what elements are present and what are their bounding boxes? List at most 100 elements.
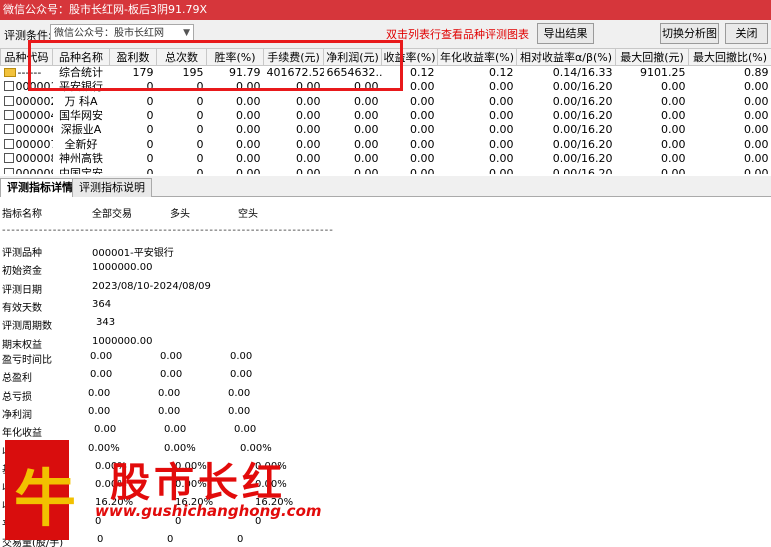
table-cell: 0.00: [236, 166, 261, 174]
table-cell: 0.00: [236, 94, 261, 108]
metric-value: 0.00: [230, 351, 253, 362]
table-cell: 0.00: [744, 137, 769, 151]
table-cell: 000007: [1, 138, 53, 152]
detail-label: 期末权益: [2, 339, 42, 351]
metric-value: 0.00: [228, 405, 251, 417]
table-cell: 0.00/16.20: [552, 94, 613, 108]
table-cell: 0.00: [489, 94, 514, 108]
table-cell: 0: [146, 94, 154, 108]
table-row[interactable]: 000009 中国宝安 0 0 0.00 0.00 0.00 0.00 0.00 0.00/16.…: [1, 166, 771, 174]
cell-text: 000002: [15, 94, 53, 108]
checkbox-icon[interactable]: [3, 109, 14, 120]
table-cell: 000002: [1, 94, 53, 108]
metric-value: 0.00: [94, 424, 117, 436]
table-cell: 0.00: [410, 152, 435, 166]
table-cell: 0.00: [489, 80, 514, 94]
table-cell: 0.00: [410, 94, 435, 108]
tab-bar: 评测指标详情 评测指标说明: [0, 176, 771, 198]
table-cell: 0: [196, 108, 204, 122]
table-cell: 0.00: [410, 108, 435, 122]
table-cell: 0: [196, 137, 204, 151]
table-cell: 0.14/16.33: [552, 66, 613, 79]
table-cell: 0.00: [410, 137, 435, 151]
table-cell: 0.89: [744, 66, 769, 79]
checkbox-icon[interactable]: [3, 153, 14, 164]
metric-value: 0.00: [88, 405, 111, 417]
table-cell: 深振业A: [60, 123, 102, 137]
checkbox-icon[interactable]: [3, 138, 14, 149]
cell-text: 000006: [15, 123, 53, 137]
table-cell: 0: [146, 166, 154, 174]
cell-text: 000007: [15, 137, 53, 151]
bull-logo-icon: 牛: [14, 462, 77, 535]
checkbox-icon[interactable]: [3, 95, 14, 106]
export-button[interactable]: 导出结果: [537, 23, 594, 44]
table-cell: 0.00: [296, 94, 321, 108]
table-cell: 0.00: [744, 123, 769, 137]
detail-header-all: 全部交易: [92, 209, 132, 220]
table-cell: 0.00: [296, 137, 321, 151]
metric-value: 0.00: [160, 369, 183, 381]
table-cell: 0.00: [661, 166, 686, 174]
table-cell: 0.00: [744, 94, 769, 108]
table-cell: 000008: [1, 152, 53, 166]
table-cell: 0.00: [661, 123, 686, 137]
table-cell: 0.00: [744, 152, 769, 166]
table-cell: 0.00: [296, 166, 321, 174]
table-cell: 0.00/16.20: [552, 123, 613, 137]
table-row[interactable]: 000006 深振业A 0 0 0.00 0.00 0.00 0.00 0.00 0.00/16.…: [1, 123, 771, 137]
table-cell: 0.00: [296, 152, 321, 166]
metric-value: 0.00: [88, 387, 111, 399]
table-cell: 神州高铁: [59, 152, 103, 166]
table-cell: 0.00: [489, 152, 514, 166]
table-cell: 0: [146, 108, 154, 122]
column-header[interactable]: 年化收益率(%): [437, 48, 517, 66]
cell-text: 000009: [15, 166, 53, 174]
table-cell: 0.00: [661, 94, 686, 108]
table-cell: 0.00: [489, 137, 514, 151]
table-cell: 0.00: [661, 108, 686, 122]
detail-label: 有效天数: [2, 302, 42, 314]
metric-value: 0.00: [90, 351, 113, 362]
table-cell: 中国宝安: [59, 166, 103, 174]
table-cell: 0.00/16.20: [552, 137, 613, 151]
metric-value: 0.00: [164, 424, 187, 436]
table-row[interactable]: 000002 万 科A 0 0 0.00 0.00 0.00 0.00 0.00 0.00/16.…: [1, 94, 771, 108]
checkbox-icon[interactable]: [3, 124, 14, 135]
metric-label: 年化收益: [2, 428, 42, 440]
tab-metric-explanation[interactable]: 评测指标说明: [72, 178, 152, 197]
table-row[interactable]: 000007 全新好 0 0 0.00 0.00 0.00 0.00 0.00 0.00/16.2…: [1, 138, 771, 152]
table-cell: 0.00: [354, 152, 379, 166]
table-cell: 0.00: [236, 152, 261, 166]
table-cell: 0.00: [236, 137, 261, 151]
detail-value: 2023/08/10-2024/08/09: [92, 280, 211, 292]
detail-separator: ----------------------------------------…: [2, 225, 334, 236]
table-row[interactable]: 000004 国华网安 0 0 0.00 0.00 0.00 0.00 0.00 0.00/16.…: [1, 109, 771, 123]
table-cell: 0.00: [296, 123, 321, 137]
checkbox-icon[interactable]: [3, 81, 14, 92]
table-cell: 0.00: [410, 166, 435, 174]
table-cell: 0: [196, 94, 204, 108]
table-cell: 0.00: [489, 166, 514, 174]
window-title: 微信公众号：股市长红网-板后3阴91.79X: [0, 0, 771, 20]
column-header[interactable]: 相对收益率α/β(%): [516, 48, 616, 66]
table-cell: 0: [196, 152, 204, 166]
checkbox-icon[interactable]: [3, 167, 14, 174]
detail-label: 初始资金: [2, 266, 42, 278]
table-cell: 000009: [1, 166, 53, 174]
metric-value: 0.00: [230, 369, 253, 381]
table-cell: 0.00: [354, 123, 379, 137]
metric-value: 0.00: [160, 351, 183, 362]
tab-metric-details[interactable]: 评测指标详情: [0, 178, 80, 198]
table-cell: 0.00: [354, 166, 379, 174]
table-row[interactable]: 000008 神州高铁 0 0 0.00 0.00 0.00 0.00 0.00 0.00/16.…: [1, 152, 771, 166]
table-cell: 0.00: [661, 80, 686, 94]
column-header[interactable]: 最大回撤(元): [615, 48, 689, 66]
table-cell: 0.12: [489, 66, 514, 79]
detail-label: 评测日期: [2, 284, 42, 296]
table-cell: 0.00/16.20: [552, 80, 613, 94]
close-button[interactable]: 关闭: [725, 23, 768, 44]
switch-chart-button[interactable]: 切换分析图: [660, 23, 719, 44]
highlight-box: [28, 40, 403, 91]
column-header[interactable]: 最大回撤比(%): [688, 48, 771, 66]
